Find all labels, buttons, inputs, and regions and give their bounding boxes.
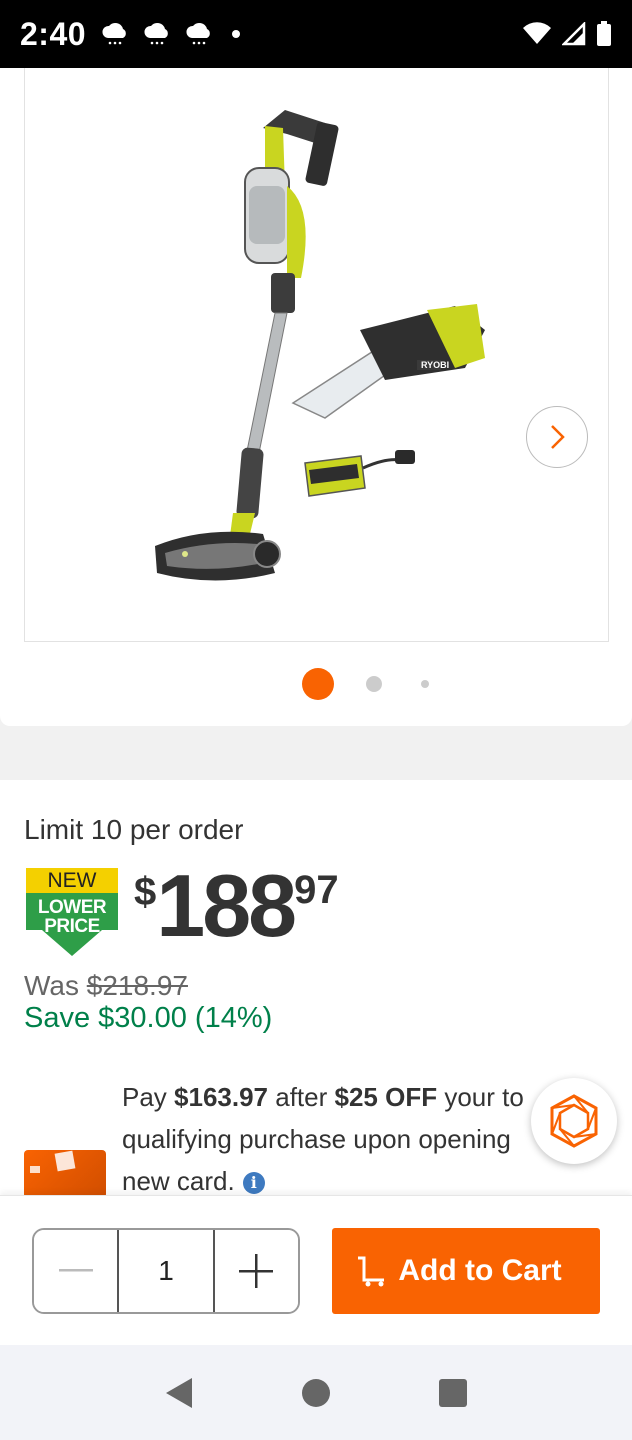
promo-text: new card. bbox=[122, 1166, 235, 1195]
price-cents: 97 bbox=[294, 868, 339, 912]
pagination-dot-active[interactable] bbox=[302, 668, 334, 700]
pagination-dot[interactable] bbox=[421, 680, 429, 688]
section-divider bbox=[0, 726, 632, 780]
promo-line1: Pay $163.97 after $25 OFF your to bbox=[122, 1076, 552, 1118]
order-limit-text: Limit 10 per order bbox=[24, 814, 244, 845]
quantity-input[interactable]: 1 bbox=[117, 1230, 215, 1312]
chevron-right-icon bbox=[551, 425, 565, 449]
product-image[interactable]: RYOBI bbox=[24, 68, 609, 642]
promo-text: Pay bbox=[122, 1082, 175, 1112]
home-depot-card-logo bbox=[30, 1150, 76, 1173]
info-icon[interactable]: i bbox=[242, 1172, 265, 1194]
promo-line2: qualifying purchase upon opening bbox=[122, 1124, 511, 1154]
system-navigation-bar bbox=[0, 1345, 632, 1440]
hexagon-logo-icon bbox=[550, 1094, 598, 1148]
promo-amount: $163.97 bbox=[174, 1082, 269, 1112]
wifi-icon bbox=[523, 22, 551, 44]
pagination-dot[interactable] bbox=[366, 676, 382, 692]
stick-vacuum-kit-illustration: RYOBI bbox=[155, 110, 485, 581]
credit-card-promo[interactable]: Pay $163.97 after $25 OFF your to qualif… bbox=[122, 1076, 552, 1195]
decrease-quantity-button[interactable] bbox=[34, 1230, 118, 1312]
minus-icon bbox=[58, 1269, 93, 1272]
was-price: $218.97 bbox=[86, 970, 188, 1001]
plus-icon bbox=[239, 1254, 274, 1288]
price-dollars: 188 bbox=[156, 856, 297, 955]
increase-quantity-button[interactable] bbox=[214, 1230, 298, 1312]
recents-icon[interactable] bbox=[438, 1378, 468, 1408]
was-price-line: Was $218.97 bbox=[24, 970, 188, 1002]
promo-text: your to bbox=[437, 1082, 524, 1112]
system-icons bbox=[522, 21, 612, 47]
battery-icon bbox=[597, 21, 611, 46]
new-lower-price-badge: NEW LOWER PRICE bbox=[24, 868, 120, 958]
rain-cloud-icon bbox=[144, 22, 168, 45]
promo-line3: new card. i bbox=[122, 1160, 552, 1195]
status-bar: 2:40 bbox=[0, 0, 632, 68]
promo-text: after bbox=[268, 1082, 335, 1112]
back-icon[interactable] bbox=[164, 1376, 194, 1410]
notification-dot-icon bbox=[232, 30, 241, 38]
rain-cloud-icon bbox=[186, 22, 210, 45]
home-icon[interactable] bbox=[301, 1378, 331, 1408]
quantity-stepper: 1 bbox=[32, 1228, 300, 1314]
status-time: 2:40 bbox=[20, 15, 87, 52]
savings-text: Save $30.00 (14%) bbox=[24, 1002, 273, 1034]
add-to-cart-label: Add to Cart bbox=[398, 1254, 562, 1287]
notification-icons bbox=[100, 22, 241, 46]
current-price: $ 188 97 bbox=[134, 862, 339, 950]
add-to-cart-bar: 1 Add to Cart bbox=[0, 1195, 632, 1345]
badge-line3: PRICE bbox=[44, 916, 100, 937]
was-label: Was bbox=[24, 970, 79, 1001]
credit-card-image bbox=[24, 1150, 106, 1195]
next-image-button[interactable] bbox=[526, 406, 588, 468]
price-currency: $ bbox=[134, 870, 157, 914]
promo-discount: $25 OFF bbox=[334, 1082, 438, 1112]
product-image-gallery[interactable]: RYOBI bbox=[0, 68, 632, 726]
chat-assistant-button[interactable] bbox=[531, 1078, 617, 1164]
svg-text:RYOBI: RYOBI bbox=[421, 360, 449, 370]
gallery-pagination bbox=[0, 668, 632, 702]
signal-icon bbox=[562, 22, 586, 46]
cart-icon bbox=[358, 1256, 384, 1287]
rain-cloud-icon bbox=[102, 22, 126, 45]
badge-line1: NEW bbox=[47, 869, 97, 892]
add-to-cart-button[interactable]: Add to Cart bbox=[332, 1228, 600, 1314]
